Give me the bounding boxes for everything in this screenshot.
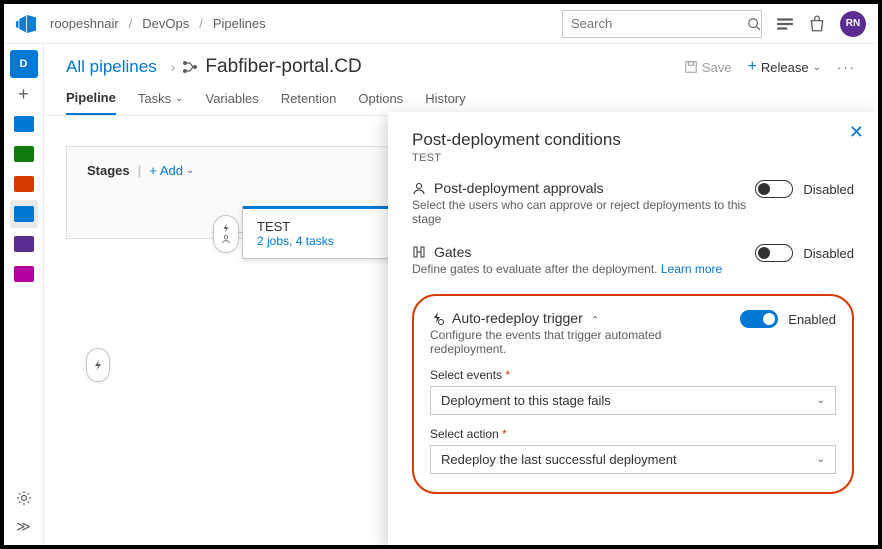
approvals-toggle[interactable]: [755, 180, 793, 198]
market-icon[interactable]: [776, 15, 794, 33]
panel-title: Post-deployment conditions: [412, 130, 854, 150]
more-button[interactable]: ···: [837, 60, 856, 75]
stage-node: TEST 2 jobs, 4 tasks: [212, 206, 417, 259]
events-select[interactable]: Deployment to this stage fails ⌄: [430, 386, 836, 415]
stages-header: Stages | + Add ⌄: [87, 163, 375, 178]
approvals-state: Disabled: [803, 182, 854, 197]
close-icon[interactable]: ✕: [849, 122, 864, 143]
auto-redeploy-title: Auto-redeploy trigger: [452, 310, 583, 326]
approvals-section: Post-deployment approvals Select the use…: [412, 180, 854, 226]
gates-title: Gates: [434, 244, 471, 260]
person-icon: [412, 181, 426, 195]
azure-devops-logo: [16, 14, 36, 34]
breadcrumb: roopeshnair / DevOps / Pipelines: [50, 16, 266, 31]
add-stage-button[interactable]: + Add ⌄: [149, 163, 194, 178]
topbar: roopeshnair / DevOps / Pipelines RN: [4, 4, 878, 44]
auto-redeploy-section: Auto-redeploy trigger ⌄ Configure the ev…: [412, 294, 854, 494]
rail-expand-icon[interactable]: ≫: [16, 518, 31, 535]
release-button[interactable]: + Release ⌄: [748, 58, 821, 76]
tabs: Pipeline Tasks⌄ Variables Retention Opti…: [44, 82, 878, 116]
avatar-initials: RN: [846, 18, 860, 29]
stage-name: TEST: [257, 219, 402, 234]
tab-tasks[interactable]: Tasks ⌄: [138, 90, 184, 115]
all-pipelines-link[interactable]: All pipelines: [66, 57, 157, 77]
gates-desc-text: Define gates to evaluate after the deplo…: [412, 262, 658, 276]
gear-icon[interactable]: [16, 490, 32, 506]
rail-artifacts-icon[interactable]: [10, 230, 38, 258]
pre-deployment-conditions[interactable]: [213, 215, 239, 253]
events-label: Select events *: [430, 368, 836, 382]
rail-boards-icon[interactable]: [10, 110, 38, 138]
chevron-down-icon: ⌄: [817, 454, 825, 465]
chevron-down-icon: ⌄: [813, 62, 821, 73]
app-frame: roopeshnair / DevOps / Pipelines RN D + …: [0, 0, 882, 549]
action-label: Select action *: [430, 427, 836, 441]
gates-section: Gates Define gates to evaluate after the…: [412, 244, 854, 276]
action-select[interactable]: Redeploy the last successful deployment …: [430, 445, 836, 474]
tab-variables[interactable]: Variables: [205, 90, 258, 115]
search-box[interactable]: [562, 10, 762, 38]
learn-more-link[interactable]: Learn more: [661, 262, 722, 276]
auto-redeploy-state: Enabled: [788, 312, 836, 327]
plus-icon: +: [149, 163, 157, 178]
title-actions: Save + Release ⌄ ···: [684, 58, 856, 76]
artifact-bubble[interactable]: [86, 348, 110, 382]
page-title: Fabfiber-portal.CD: [205, 56, 361, 78]
breadcrumb-area[interactable]: Pipelines: [213, 16, 266, 31]
search-input[interactable]: [571, 16, 747, 31]
chevron-down-icon: ⌄: [817, 395, 825, 406]
redeploy-icon: [430, 311, 444, 325]
action-value: Redeploy the last successful deployment: [441, 452, 677, 467]
gates-state: Disabled: [803, 246, 854, 261]
save-icon: [684, 60, 698, 74]
chevron-right-icon: ›: [171, 59, 176, 75]
gates-desc: Define gates to evaluate after the deplo…: [412, 262, 755, 276]
tab-tasks-label: Tasks: [138, 91, 171, 106]
rail-pipelines-icon[interactable]: [10, 170, 38, 198]
person-icon: [221, 234, 231, 244]
breadcrumb-org[interactable]: roopeshnair: [50, 16, 119, 31]
gates-toggle[interactable]: [755, 244, 793, 262]
tab-pipeline[interactable]: Pipeline: [66, 90, 116, 115]
plus-icon: +: [748, 58, 757, 76]
stages-label: Stages: [87, 163, 130, 178]
auto-redeploy-desc: Configure the events that trigger automa…: [430, 328, 740, 356]
breadcrumb-sep: /: [129, 16, 133, 31]
rail-repos-icon[interactable]: [10, 140, 38, 168]
panel-stage-name: TEST: [412, 152, 854, 164]
gates-icon: [412, 245, 426, 259]
title-row: All pipelines › Fabfiber-portal.CD Save …: [44, 44, 878, 82]
shopping-bag-icon[interactable]: [808, 15, 826, 33]
breadcrumb-sep: /: [199, 16, 203, 31]
add-label: Add: [160, 163, 183, 178]
chevron-down-icon: ⌄: [186, 165, 194, 176]
chevron-down-icon: ⌄: [175, 93, 183, 104]
auto-redeploy-toggle[interactable]: [740, 310, 778, 328]
approvals-desc: Select the users who can approve or reje…: [412, 198, 755, 226]
events-value: Deployment to this stage fails: [441, 393, 611, 408]
lightning-icon: [92, 359, 104, 371]
rail-extra-icon[interactable]: [10, 260, 38, 288]
breadcrumb-project[interactable]: DevOps: [142, 16, 189, 31]
lightning-icon: [221, 223, 231, 233]
stage-jobs-link[interactable]: 2 jobs, 4 tasks: [257, 234, 402, 248]
pipeline-type-icon: [181, 58, 199, 76]
tab-retention[interactable]: Retention: [281, 90, 337, 115]
rail-add-icon[interactable]: +: [10, 80, 38, 108]
release-label: Release: [761, 60, 809, 75]
chevron-up-icon[interactable]: ⌄: [591, 313, 599, 324]
save-label: Save: [702, 60, 732, 75]
approvals-title: Post-deployment approvals: [434, 180, 604, 196]
avatar[interactable]: RN: [840, 11, 866, 37]
post-deployment-panel: ✕ Post-deployment conditions TEST Post-d…: [388, 112, 878, 545]
rail-testplans-icon[interactable]: [10, 200, 38, 228]
save-button[interactable]: Save: [684, 60, 732, 75]
left-rail: D + ≫: [4, 44, 44, 545]
rail-project-icon[interactable]: D: [10, 50, 38, 78]
search-icon: [747, 17, 761, 31]
